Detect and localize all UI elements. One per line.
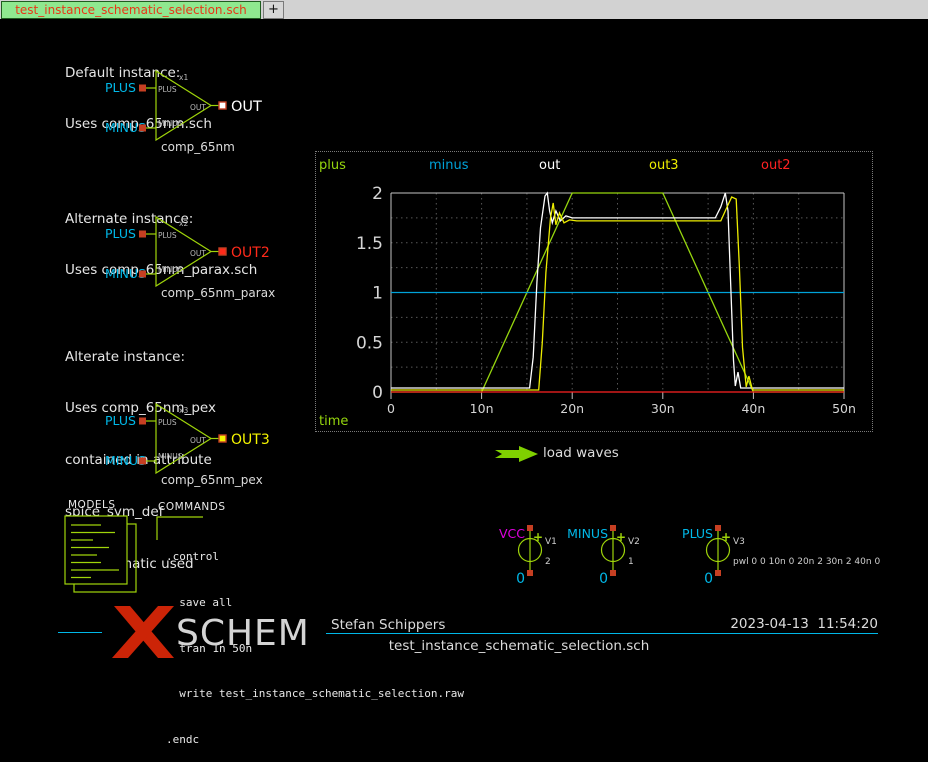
output-pin-square: [219, 248, 226, 255]
source-designator: V2: [628, 537, 640, 547]
pin-name: PLUS: [158, 85, 177, 94]
net-label-out: OUT: [231, 99, 262, 115]
instance-designator: x1: [179, 73, 188, 82]
tab-current-schematic[interactable]: test_instance_schematic_selection.sch: [1, 1, 261, 19]
x-tick-label: 50n: [832, 401, 856, 416]
load-waves-arrow-icon[interactable]: [495, 445, 539, 463]
author-name: Stefan Schippers: [331, 617, 445, 633]
net-label-plus: PLUS: [105, 226, 136, 241]
pin-name: PLUS: [158, 418, 177, 427]
pin-name: OUT: [190, 436, 206, 445]
pin-square: [139, 231, 146, 238]
source-value: pwl 0 0 10n 0 20n 2 30n 2 40n 0: [733, 557, 880, 567]
y-tick-label: 1.5: [356, 234, 383, 254]
spice-line: save all: [166, 595, 464, 610]
load-waves-button[interactable]: load waves: [543, 445, 619, 461]
y-tick-label: 0: [372, 383, 383, 403]
comparator-instance-x3[interactable]: PLUS MINUS PLUS MINUS OUT x3 OUT3 comp_6…: [100, 399, 315, 491]
commands-label: COMMANDS: [158, 501, 226, 513]
tab-bar: test_instance_schematic_selection.sch +: [0, 0, 928, 19]
pin-square: [527, 570, 533, 576]
xschem-logo-text: SCHEM: [176, 613, 310, 654]
pin-square: [139, 125, 146, 132]
cell-name: comp_65nm_parax: [161, 286, 275, 300]
comparator-instance-x1[interactable]: PLUS MINUS PLUS MINUS OUT x1 OUT comp_65…: [100, 66, 315, 158]
new-tab-button[interactable]: +: [263, 1, 284, 19]
cell-name: comp_65nm_pex: [161, 473, 263, 487]
pin-square: [715, 570, 721, 576]
models-label: MODELS: [68, 499, 116, 511]
pin-name: MINUS: [158, 265, 183, 274]
note-line: Alterate instance:: [65, 349, 216, 366]
y-tick-label: 2: [372, 184, 383, 204]
pin-name: MINUS: [158, 452, 183, 461]
comparator-instance-x2[interactable]: PLUS MINUS PLUS MINUS OUT x2 OUT2 comp_6…: [100, 212, 315, 304]
x-axis-label: time: [319, 414, 348, 429]
net-label-out: OUT2: [231, 245, 270, 261]
spice-line: write test_instance_schematic_selection.…: [166, 686, 464, 701]
waveform-plot[interactable]: 0 10n 20n 30n 40n 50n 0 0.5 1 1.5 2: [316, 152, 872, 431]
pin-square: [139, 418, 146, 425]
pin-square: [610, 570, 616, 576]
xschem-logo-x-icon: [112, 606, 176, 658]
source-designator: V1: [545, 537, 557, 547]
x-tick-label: 30n: [651, 401, 675, 416]
pin-square: [139, 271, 146, 278]
timestamp: 2023-04-13 11:54:20: [640, 616, 878, 632]
net-label-plus: PLUS: [682, 526, 713, 541]
voltage-source-v2[interactable]: MINUS + V2 1 0: [578, 524, 678, 588]
output-pin-square: [219, 102, 226, 109]
net-label-out: OUT3: [231, 432, 270, 448]
source-value: 2: [545, 557, 551, 567]
pin-square: [139, 458, 146, 465]
x-tick-label: 40n: [741, 401, 765, 416]
pin-name: OUT: [190, 103, 206, 112]
sheet-title: test_instance_schematic_selection.sch: [330, 638, 708, 654]
voltage-source-v3[interactable]: PLUS + V3 pwl 0 0 10n 0 20n 2 30n 2 40n …: [683, 524, 926, 588]
pin-name: OUT: [190, 249, 206, 258]
pin-name: MINUS: [158, 119, 183, 128]
source-value: 1: [628, 557, 634, 567]
models-doc-front-icon: [65, 516, 127, 584]
net-label-plus: PLUS: [105, 80, 136, 95]
net-label-vcc: VCC: [499, 526, 525, 541]
net-label-plus: PLUS: [105, 413, 136, 428]
net-label-minus: MINUS: [567, 526, 608, 541]
y-tick-label: 0.5: [356, 333, 383, 353]
waveform-graph[interactable]: plus minus out out3 out2 010n20n30n40n50…: [315, 151, 873, 432]
source-designator: V3: [733, 537, 745, 547]
gnd-label: 0: [516, 571, 525, 587]
gnd-label: 0: [704, 571, 713, 587]
decorative-line: [58, 632, 102, 633]
pin-square: [139, 85, 146, 92]
instance-designator: x3: [179, 406, 188, 415]
instance-designator: x2: [179, 219, 188, 228]
x-tick-label: 10n: [470, 401, 494, 416]
x-tick-label: 20n: [560, 401, 584, 416]
gnd-label: 0: [599, 571, 608, 587]
footer-underline: [326, 633, 878, 634]
spice-line: .control: [166, 549, 464, 564]
y-tick-label: 1: [372, 284, 383, 304]
x-tick-label: 0: [387, 401, 395, 416]
models-symbol[interactable]: MODELS: [60, 498, 150, 598]
pin-name: PLUS: [158, 231, 177, 240]
spice-line: .endc: [166, 732, 464, 747]
output-pin-square: [219, 435, 226, 442]
cell-name: comp_65nm: [161, 140, 235, 154]
